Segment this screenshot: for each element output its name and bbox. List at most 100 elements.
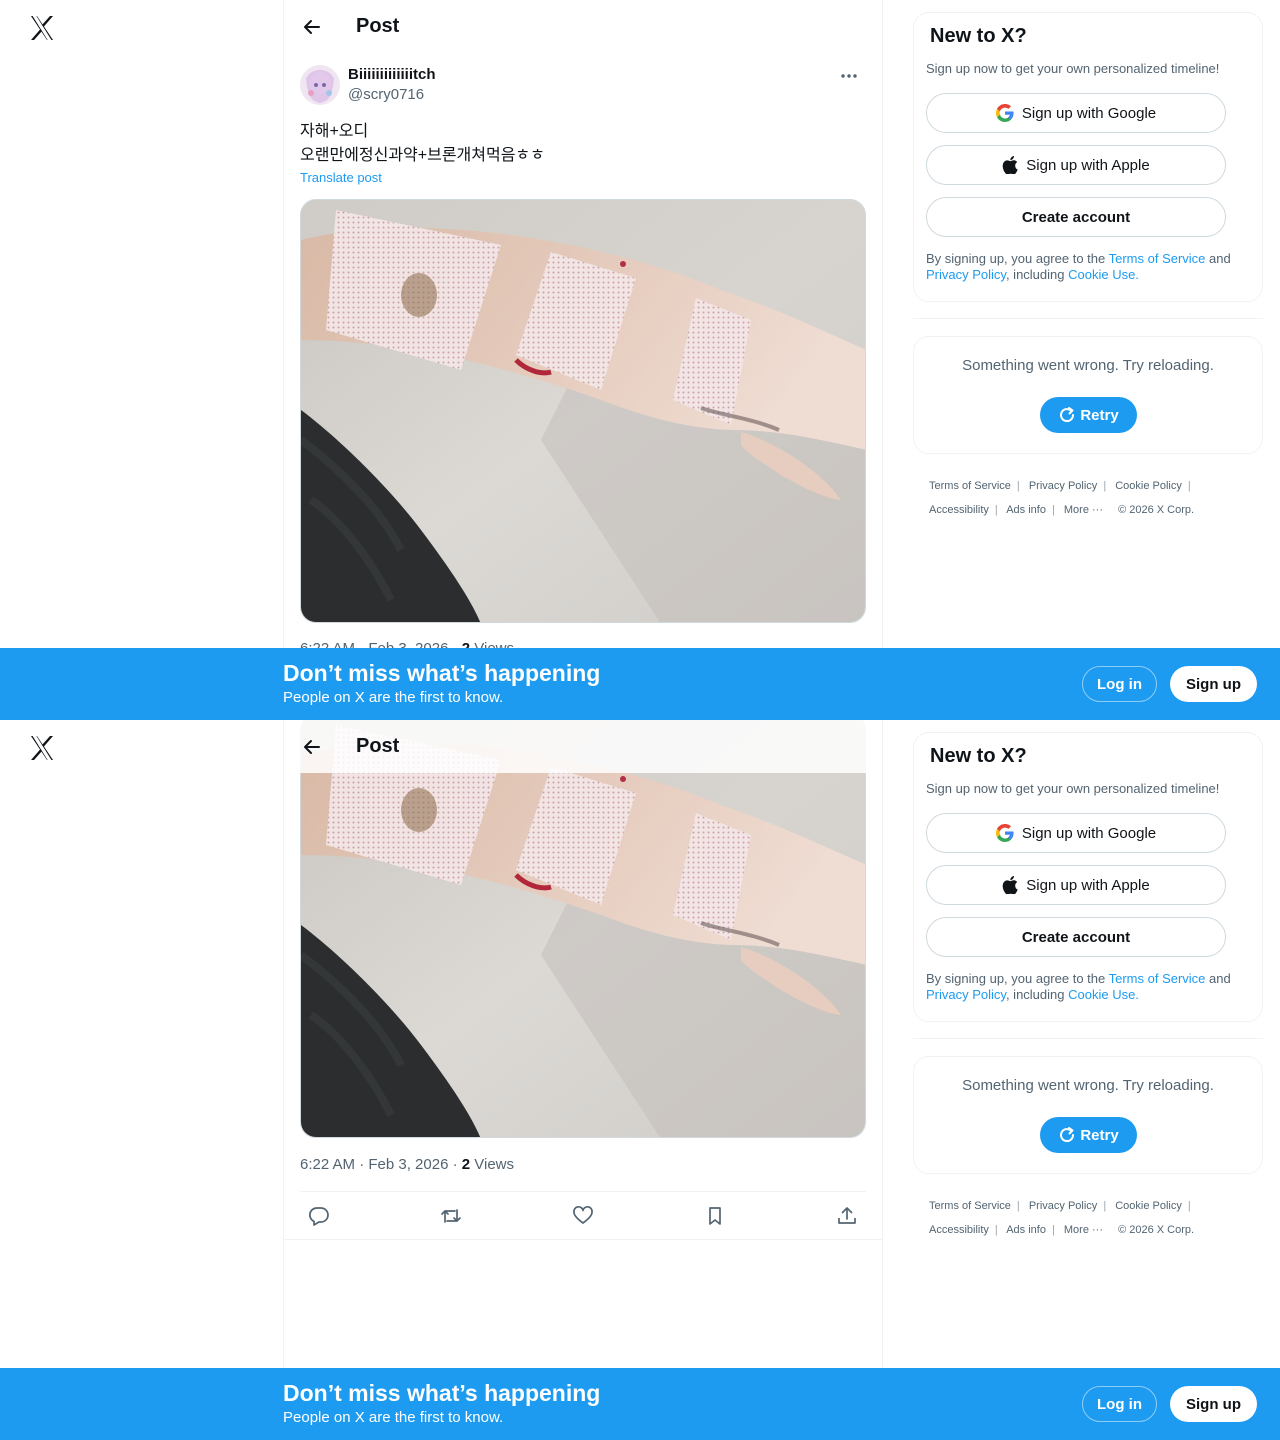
x-logo-icon[interactable] <box>28 14 56 42</box>
legal-prefix: By signing up, you agree to the <box>926 251 1109 266</box>
screen-bottom: Post 6:22 AM · Feb 3, 2026 · 2 Views New… <box>0 720 1280 1440</box>
google-icon <box>995 824 1014 842</box>
footer-cookie-link[interactable]: Cookie Policy <box>1115 480 1182 492</box>
post-time[interactable]: 6:22 AM · Feb 3, 2026 · <box>300 1156 462 1173</box>
post-header: Post <box>284 0 882 53</box>
privacy-link[interactable]: Privacy Policy <box>926 987 1006 1002</box>
like-button[interactable] <box>566 1199 600 1233</box>
signup-card: New to X? Sign up now to get your own pe… <box>913 732 1263 1022</box>
post-text-line: 오랜만에정신과약+브론개쳐먹음ㅎㅎ <box>300 147 545 164</box>
login-button[interactable]: Log in <box>1082 666 1157 702</box>
banner-title: Don’t miss what’s happening <box>283 1380 601 1406</box>
back-button[interactable] <box>294 9 330 45</box>
signup-button[interactable]: Sign up <box>1170 666 1257 702</box>
legal-and: and <box>1205 251 1231 266</box>
login-button[interactable]: Log in <box>1082 1386 1157 1422</box>
google-signup-button[interactable]: Sign up with Google <box>926 93 1226 133</box>
author-handle[interactable]: @scry0716 <box>348 86 424 103</box>
legal-prefix: By signing up, you agree to the <box>926 971 1109 986</box>
footer-ads-link[interactable]: Ads info <box>1006 1224 1046 1236</box>
repost-button[interactable] <box>434 1199 468 1233</box>
create-account-button[interactable]: Create account <box>926 197 1226 237</box>
apple-icon <box>1002 156 1018 174</box>
footer-links: Terms of Service | Privacy Policy | Cookie… <box>929 480 1195 516</box>
signup-title: New to X? <box>930 745 1027 767</box>
x-logo-icon[interactable] <box>28 734 56 762</box>
arrow-left-icon <box>304 19 320 34</box>
google-signup-button[interactable]: Sign up with Google <box>926 813 1226 853</box>
google-signup-label: Sign up with Google <box>1021 824 1157 842</box>
reply-button[interactable] <box>302 1199 336 1233</box>
login-banner: Don’t miss what’s happening People on X … <box>0 1368 1280 1440</box>
error-card: Something went wrong. Try reloading. Ret… <box>913 336 1263 454</box>
terms-link[interactable]: Terms of Service <box>1109 251 1206 266</box>
footer-terms-link[interactable]: Terms of Service <box>929 1200 1011 1212</box>
post-text: 자해+오디 오랜만에정신과약+브론개쳐먹음ㅎㅎ <box>300 120 545 168</box>
signup-subtitle: Sign up now to get your own personalized… <box>926 61 1220 76</box>
banner-title: Don’t miss what’s happening <box>283 660 601 686</box>
post-timestamp: 6:22 AM · Feb 3, 2026 · 2 Views <box>300 1156 514 1173</box>
screen-top: Post Biiiiiiiiiiiiitch @scry0716 자해+오디 오… <box>0 0 1280 720</box>
footer-privacy-link[interactable]: Privacy Policy <box>1029 480 1097 492</box>
footer-copyright: © 2026 X Corp. <box>1118 1224 1195 1236</box>
apple-icon <box>1002 876 1018 894</box>
retry-button[interactable]: Retry <box>1040 397 1137 433</box>
cookie-link[interactable]: Cookie Use. <box>1068 987 1139 1002</box>
main-column: Post 6:22 AM · Feb 3, 2026 · 2 Views <box>283 720 883 1440</box>
apple-signup-button[interactable]: Sign up with Apple <box>926 865 1226 905</box>
footer-privacy-link[interactable]: Privacy Policy <box>1029 1200 1097 1212</box>
retry-label: Retry <box>1080 1126 1119 1144</box>
more-button[interactable] <box>832 64 866 88</box>
signup-button[interactable]: Sign up <box>1170 1386 1257 1422</box>
retry-button[interactable]: Retry <box>1040 1117 1137 1153</box>
error-card: Something went wrong. Try reloading. Ret… <box>913 1056 1263 1174</box>
footer-accessibility-link[interactable]: Accessibility <box>929 504 989 516</box>
login-banner: Don’t miss what’s happening People on X … <box>0 648 1280 720</box>
more-horizontal-icon <box>841 74 857 78</box>
post-image[interactable] <box>300 199 866 623</box>
share-button[interactable] <box>830 1199 864 1233</box>
footer-more-link[interactable]: More ··· <box>1064 1224 1103 1236</box>
footer-links: Terms of Service | Privacy Policy | Cookie… <box>929 1200 1195 1236</box>
post-text-line: 자해+오디 <box>300 123 369 140</box>
footer-accessibility-link[interactable]: Accessibility <box>929 1224 989 1236</box>
signup-title: New to X? <box>930 25 1027 47</box>
privacy-link[interactable]: Privacy Policy <box>926 267 1006 282</box>
page-title: Post <box>356 735 400 757</box>
google-icon <box>995 104 1014 122</box>
terms-link[interactable]: Terms of Service <box>1109 971 1206 986</box>
page-title: Post <box>356 15 400 37</box>
apple-signup-button[interactable]: Sign up with Apple <box>926 145 1226 185</box>
create-account-button[interactable]: Create account <box>926 917 1226 957</box>
bookmark-button[interactable] <box>698 1199 732 1233</box>
post-image[interactable] <box>300 720 866 1138</box>
footer-cookie-link[interactable]: Cookie Policy <box>1115 1200 1182 1212</box>
main-column: Post Biiiiiiiiiiiiitch @scry0716 자해+오디 오… <box>283 0 883 720</box>
signup-legal-text: By signing up, you agree to the Terms of… <box>926 971 1252 1003</box>
views-count: 2 <box>461 1156 471 1173</box>
signup-subtitle: Sign up now to get your own personalized… <box>926 781 1220 796</box>
cookie-link[interactable]: Cookie Use. <box>1068 267 1139 282</box>
reply-icon <box>308 1206 329 1226</box>
refresh-icon <box>1060 1127 1075 1143</box>
banner-subtitle: People on X are the first to know. <box>283 1409 504 1426</box>
translate-post-link[interactable]: Translate post <box>300 170 382 185</box>
google-signup-label: Sign up with Google <box>1021 104 1157 122</box>
footer-ads-link[interactable]: Ads info <box>1006 504 1046 516</box>
legal-and: and <box>1205 971 1231 986</box>
heart-icon <box>573 1205 593 1224</box>
post-header: Post <box>284 720 882 773</box>
back-button[interactable] <box>294 729 330 765</box>
apple-signup-label: Sign up with Apple <box>1026 876 1150 894</box>
footer-terms-link[interactable]: Terms of Service <box>929 480 1011 492</box>
divider <box>913 1038 1263 1039</box>
avatar[interactable] <box>300 65 340 105</box>
signup-card: New to X? Sign up now to get your own pe… <box>913 12 1263 302</box>
apple-signup-label: Sign up with Apple <box>1026 156 1150 174</box>
signup-legal-text: By signing up, you agree to the Terms of… <box>926 251 1252 283</box>
footer-copyright: © 2026 X Corp. <box>1118 504 1195 516</box>
author-name[interactable]: Biiiiiiiiiiiiitch <box>348 66 436 83</box>
footer-more-link[interactable]: More ··· <box>1064 504 1103 516</box>
legal-including: , including <box>1005 267 1069 282</box>
banner-subtitle: People on X are the first to know. <box>283 689 504 706</box>
